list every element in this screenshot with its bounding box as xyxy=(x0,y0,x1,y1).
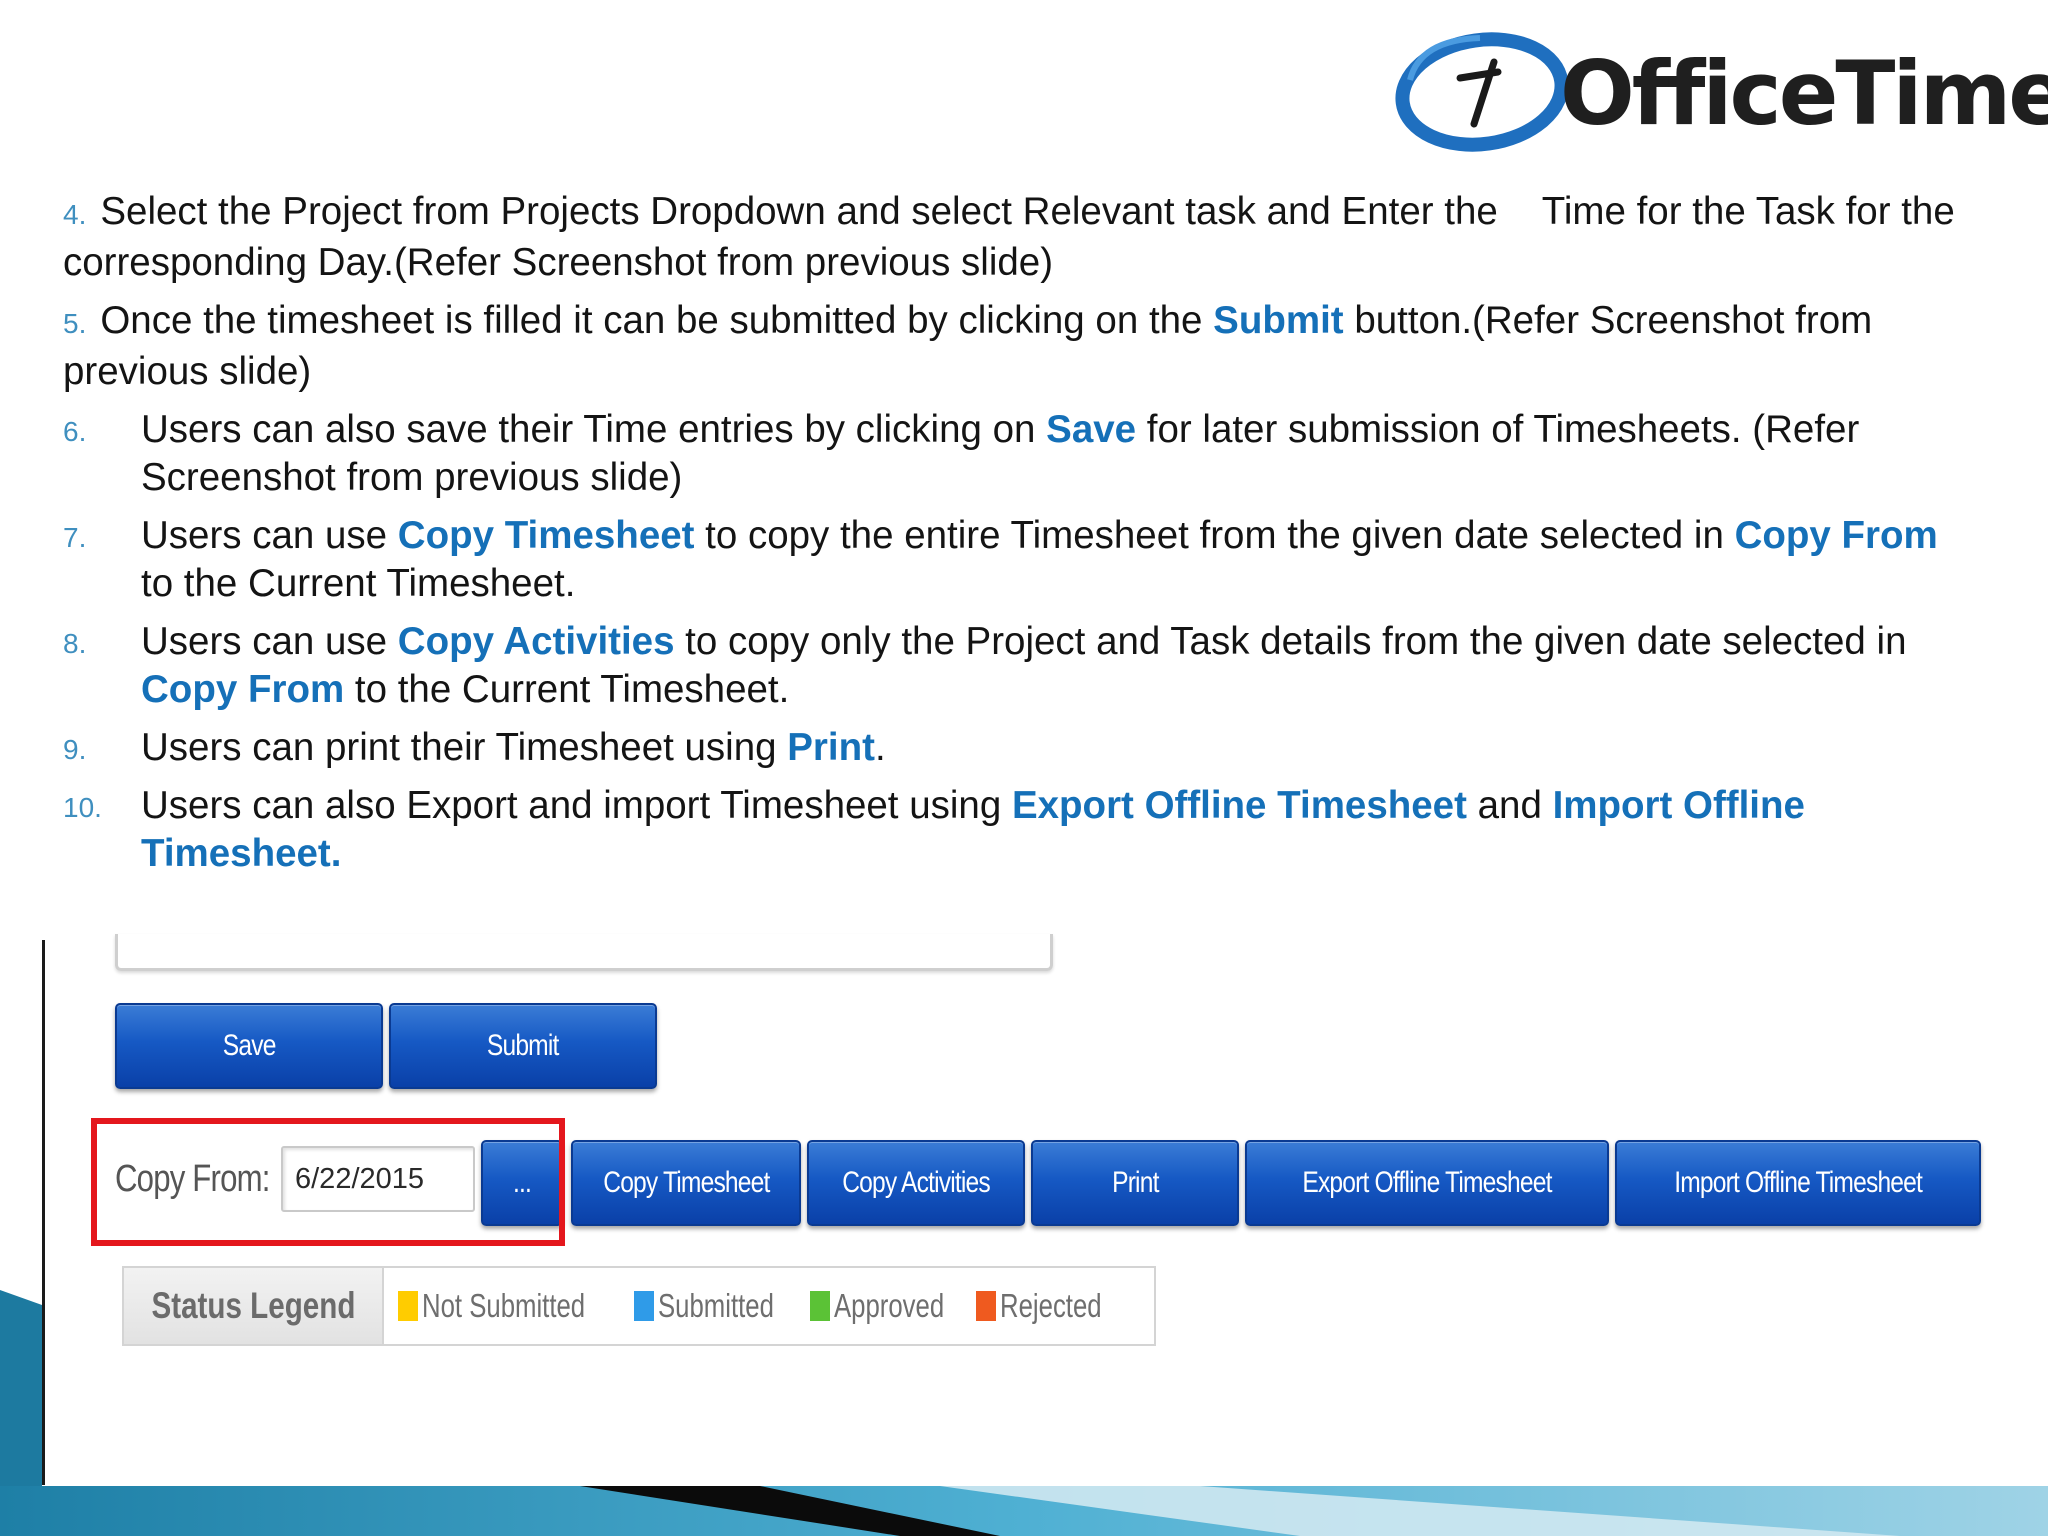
status-legend-title: Status Legend xyxy=(124,1268,384,1344)
copy-activities-button[interactable]: Copy Activities xyxy=(807,1140,1025,1226)
legend-item-submitted: Submitted xyxy=(634,1287,810,1325)
bottom-light-swoosh xyxy=(940,1486,1900,1536)
keyword-export-offline: Export Offline Timesheet xyxy=(1011,784,1467,827)
legend-item-approved: Approved xyxy=(810,1287,976,1325)
bottom-black-swoosh xyxy=(580,1486,1000,1536)
orange-swatch-icon xyxy=(976,1291,996,1321)
timesheet-screenshot: Save Submit Copy From: ... Copy Timeshee… xyxy=(42,934,2025,1485)
step-text: Users can use xyxy=(141,514,398,557)
legend-item-not-submitted: Not Submitted xyxy=(398,1287,634,1325)
step-9: 9. Users can print their Timesheet using … xyxy=(63,724,1963,772)
logo-wordmark: OfficeTimer xyxy=(1560,42,2048,145)
step-text: to the Current Timesheet. xyxy=(141,562,576,605)
export-offline-timesheet-button[interactable]: Export Offline Timesheet xyxy=(1245,1140,1609,1226)
step-text: Once the timesheet is filled it can be s… xyxy=(100,299,1214,342)
step-10: 10. Users can also Export and import Time… xyxy=(63,782,1963,878)
step-number: 9. xyxy=(63,734,87,765)
blue-swatch-icon xyxy=(634,1291,654,1321)
yellow-swatch-icon xyxy=(398,1291,418,1321)
step-number: 7. xyxy=(63,522,87,553)
step-text: to copy the entire Timesheet from the gi… xyxy=(694,514,1735,557)
step-4: 4. Select the Project from Projects Dropd… xyxy=(63,188,1963,287)
step-7: 7. Users can use Copy Timesheet to copy t… xyxy=(63,512,1963,608)
keyword-copy-from: Copy From xyxy=(141,668,345,711)
step-8: 8. Users can use Copy Activities to copy … xyxy=(63,618,1963,714)
copy-timesheet-button[interactable]: Copy Timesheet xyxy=(571,1140,801,1226)
clock-swoosh-icon xyxy=(1395,32,1569,152)
keyword-submit: Submit xyxy=(1213,299,1344,342)
green-swatch-icon xyxy=(810,1291,830,1321)
step-number: 10. xyxy=(63,792,102,823)
slide: OfficeTimer 4. Select the Project from Pr… xyxy=(0,0,2048,1536)
step-text: Users can also save their Time entries b… xyxy=(141,408,1047,451)
keyword-save: Save xyxy=(1046,408,1137,451)
copy-from-highlight xyxy=(91,1118,565,1246)
step-6: 6. Users can also save their Time entries… xyxy=(63,406,1963,502)
step-text: Select the Project from Projects Dropdow… xyxy=(100,190,1498,233)
step-text: Users can use xyxy=(141,620,398,663)
submit-button[interactable]: Submit xyxy=(389,1003,657,1089)
step-number: 6. xyxy=(63,416,87,447)
keyword-copy-timesheet: Copy Timesheet xyxy=(397,514,695,557)
officetimer-logo: OfficeTimer xyxy=(1390,20,2048,160)
status-legend-items: Not Submitted Submitted Approved Rejecte… xyxy=(384,1268,1116,1344)
step-number: 8. xyxy=(63,628,87,659)
step-5: 5. Once the timesheet is filled it can be… xyxy=(63,297,1963,396)
status-legend: Status Legend Not Submitted Submitted Ap… xyxy=(122,1266,1156,1346)
left-wedge-shape xyxy=(0,1290,42,1486)
step-text: . xyxy=(874,726,886,769)
step-text: to the Current Timesheet. xyxy=(344,668,790,711)
keyword-copy-activities: Copy Activities xyxy=(397,620,675,663)
step-number: 5. xyxy=(63,308,87,339)
keyword-copy-from: Copy From xyxy=(1734,514,1938,557)
step-text: to copy only the Project and Task detail… xyxy=(674,620,1907,663)
legend-item-rejected: Rejected xyxy=(976,1287,1116,1325)
print-button[interactable]: Print xyxy=(1031,1140,1239,1226)
step-number: 4. xyxy=(63,199,87,230)
previous-panel-edge xyxy=(115,934,1053,971)
step-text: Users can also Export and import Timeshe… xyxy=(141,784,1012,827)
step-text: and xyxy=(1466,784,1553,827)
save-button[interactable]: Save xyxy=(115,1003,383,1089)
instruction-list: 4. Select the Project from Projects Dropd… xyxy=(63,188,1963,888)
step-text: Users can print their Timesheet using xyxy=(141,726,788,769)
bottom-band-shape xyxy=(0,1486,2048,1536)
import-offline-timesheet-button[interactable]: Import Offline Timesheet xyxy=(1615,1140,1981,1226)
keyword-print: Print xyxy=(787,726,875,769)
